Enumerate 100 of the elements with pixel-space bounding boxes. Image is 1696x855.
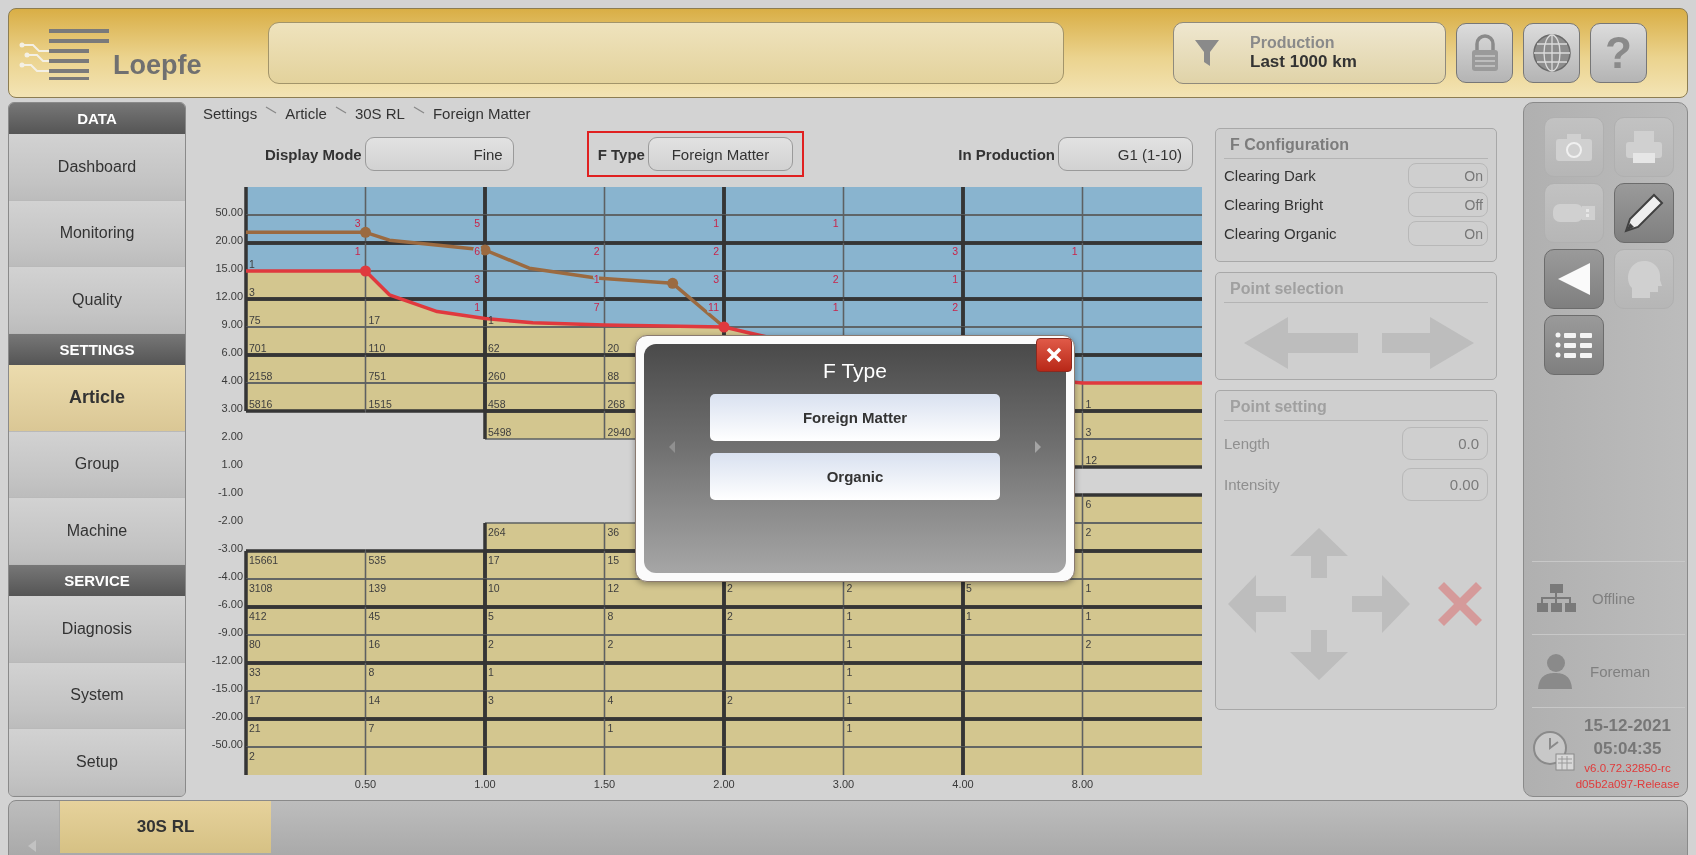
cell-count: 1 [846,666,853,678]
cell-count: 2 [1085,638,1092,650]
cell-count: 14 [368,694,381,706]
separator-icon [412,106,425,114]
globe-button[interactable] [1523,23,1580,83]
lock-button[interactable] [1456,23,1513,83]
cell-count: 45 [368,610,381,622]
cell-count: 701 [249,342,267,354]
cell-count: 5498 [488,426,512,438]
y-axis-label: -1.00 [217,486,243,498]
cut-count: 5 [474,217,480,229]
cell-count: 3 [488,694,494,706]
sidebar-item[interactable]: Diagnosis [9,595,185,663]
sidebar-item[interactable]: Machine [9,498,185,566]
cell-count: 1 [846,694,853,706]
y-axis-label: -3.00 [217,542,243,554]
cell-count: 16 [368,638,381,650]
cell-count: 17 [488,554,500,566]
control-label: F Type [597,145,645,163]
sidebar-item[interactable]: Article [9,364,185,432]
user-icon [1536,652,1574,690]
breadcrumb-link[interactable]: Foreign Matter [432,104,531,122]
cut-count: 1 [713,217,719,229]
printer-icon [1624,129,1664,165]
x-axis-label: 1.50 [593,778,616,790]
sidebar-item[interactable]: System [9,662,185,730]
cell-count: 15 [607,554,620,566]
status-label: Offline [1592,589,1636,607]
article-tab[interactable]: 30S RL [59,801,271,853]
brand-name: Loepfe [113,52,202,79]
breadcrumb-link[interactable]: Article [285,104,327,122]
dropdown-field[interactable]: Fine [364,137,514,171]
y-axis-label: -20.00 [211,710,243,722]
left-arrow-icon[interactable] [668,440,676,454]
cell-count: 412 [249,610,267,622]
panel-title: F Configuration [1224,133,1488,159]
cell-count: 36 [607,526,620,538]
cell-count: 3 [1085,426,1092,438]
cell-count: 260 [488,370,506,382]
cell-count: 139 [368,582,387,594]
section-header: SERVICE [9,565,185,596]
cut-count: 7 [593,301,600,313]
option-button[interactable]: Organic [710,453,1000,500]
list-button[interactable] [1544,315,1604,375]
cell-count: 8 [368,666,375,678]
cut-count: 2 [713,245,719,257]
cell-count: 1 [1085,610,1092,622]
right-arrow-icon[interactable] [1034,440,1042,454]
cell-count: 88 [607,370,620,382]
cell-count: 21 [249,722,261,734]
sidebar-item[interactable]: Dashboard [9,133,185,201]
network-icon [1536,583,1576,613]
dropdown-field[interactable]: G1 (1-10) [1058,137,1193,171]
version-text: v6.0.72.32850-rc [1584,761,1671,776]
x-axis-label: 1.00 [474,778,496,790]
cell-count: 1 [846,610,853,622]
cell-count: 2 [607,638,614,650]
funnel-icon [1194,38,1220,68]
time-text: 05:04:35 [1593,738,1662,760]
sidebar-item[interactable]: Quality [9,267,185,334]
separator-icon [334,106,347,114]
cell-count: 10 [488,582,500,594]
cell-count: 1 [846,722,853,734]
x-axis-label: 2.00 [713,778,735,790]
cell-count: 75 [249,314,261,326]
section-header: DATA [9,103,185,134]
cell-count: 5 [488,610,494,622]
cell-count: 1 [249,258,255,270]
y-axis-label: -6.00 [217,598,243,610]
y-axis-label: -4.00 [217,570,243,582]
cell-count: 751 [368,370,387,382]
cell-count: 20 [607,342,620,354]
close-icon [1046,347,1062,363]
sidebar-item[interactable]: Setup [9,729,185,796]
breadcrumb-link[interactable]: Settings [203,104,258,122]
camera-icon [1554,131,1594,163]
option-button[interactable]: Foreign Matter [710,394,1000,441]
dropdown-field[interactable]: Foreign Matter [647,137,793,171]
cut-count: 3 [952,245,958,257]
y-axis-label: -12.00 [211,654,243,666]
sidebar-item[interactable]: Monitoring [9,200,185,268]
pencil-button[interactable] [1614,183,1674,243]
cell-count: 5816 [249,398,273,410]
cell-count: 62 [488,342,500,354]
cut-count: 1 [832,217,839,229]
cut-count: 1 [354,245,361,257]
cell-count: 2 [249,750,255,762]
cell-count: 1 [966,610,972,622]
production-filter-button[interactable]: Production Last 1000 km [1173,22,1446,84]
breadcrumb-link[interactable]: 30S RL [354,104,405,122]
scroll-left-icon[interactable] [27,839,37,853]
y-axis-label: 9.00 [221,318,243,330]
cell-count: 2940 [607,426,631,438]
sidebar-item[interactable]: Group [9,431,185,499]
field-label: Intensity [1224,475,1280,493]
back-button[interactable] [1544,249,1604,309]
cell-count: 4 [607,694,614,706]
cell-count: 2 [727,694,733,706]
close-button[interactable] [1036,338,1072,372]
cell-count: 3108 [249,582,273,594]
